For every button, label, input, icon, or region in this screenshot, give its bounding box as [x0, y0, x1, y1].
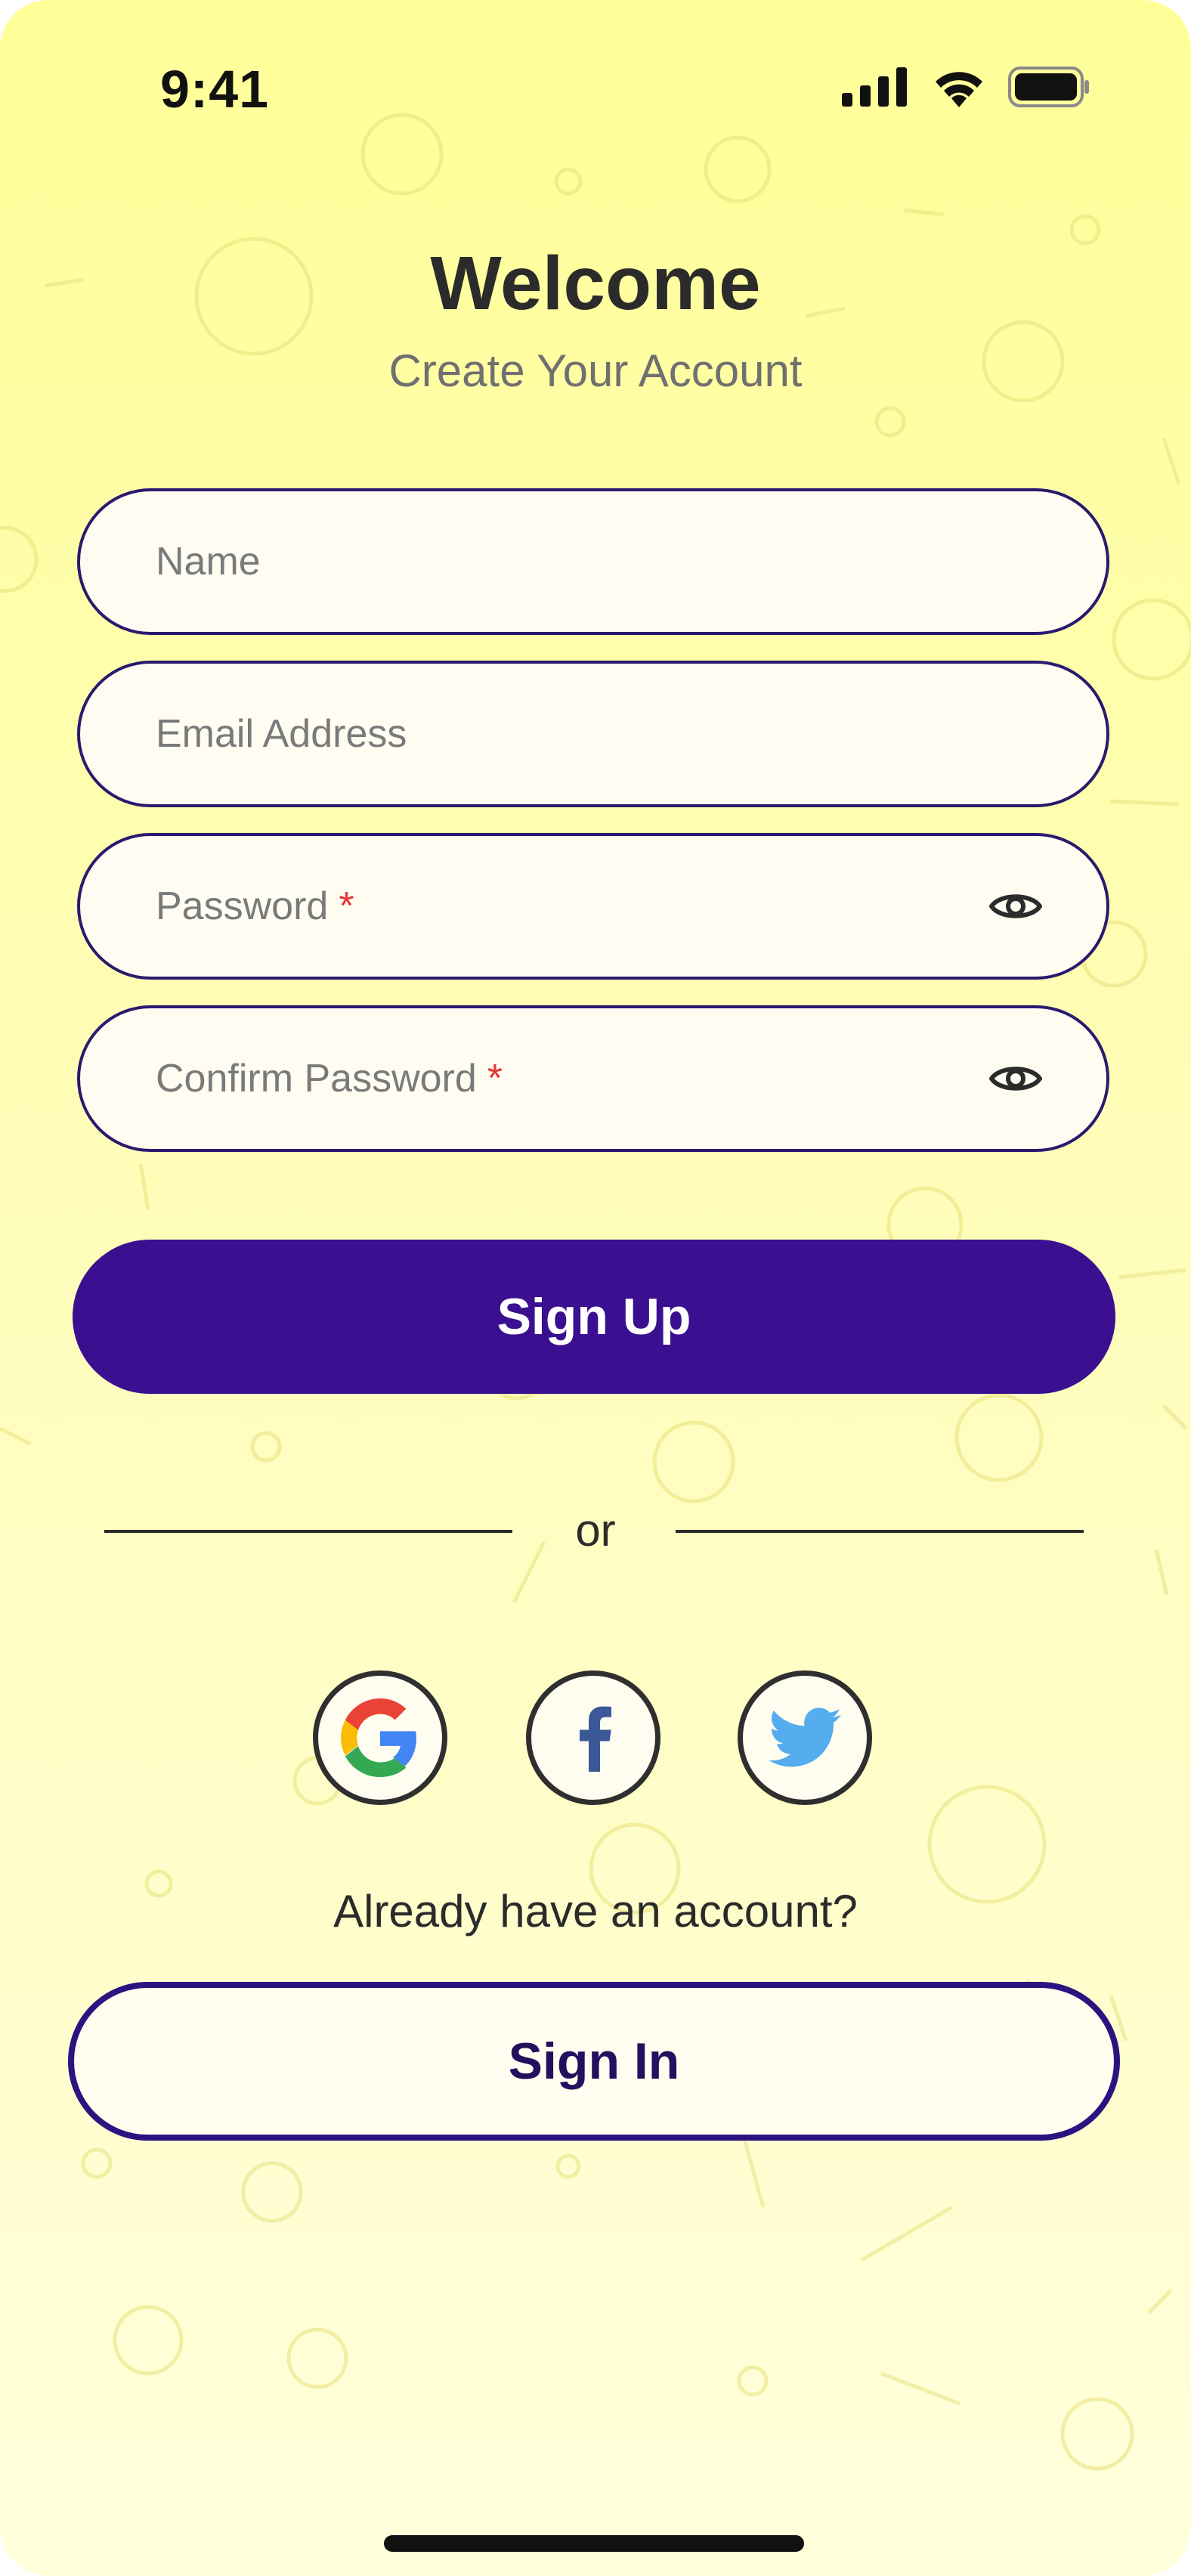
twitter-sign-in-button[interactable]	[738, 1670, 872, 1805]
facebook-icon	[580, 1706, 611, 1772]
password-field[interactable]: Password *	[77, 833, 1109, 980]
email-input[interactable]	[156, 664, 1046, 804]
required-marker: *	[339, 884, 354, 928]
show-confirm-password-eye-icon[interactable]	[985, 1048, 1046, 1109]
sign-up-screen: 9:41 Welcome Create Your Account Passwor…	[0, 0, 1191, 2576]
twitter-icon	[769, 1708, 841, 1767]
status-time: 9:41	[160, 60, 270, 119]
name-input[interactable]	[156, 491, 1046, 632]
google-sign-in-button[interactable]	[313, 1670, 447, 1805]
facebook-sign-in-button[interactable]	[526, 1670, 660, 1805]
email-field[interactable]	[77, 661, 1109, 807]
page-subtitle: Create Your Account	[388, 345, 803, 396]
name-field[interactable]	[77, 488, 1109, 635]
status-icons	[842, 67, 1090, 107]
already-have-account-text: Already have an account?	[333, 1886, 858, 1937]
google-icon	[341, 1698, 416, 1777]
wifi-icon	[936, 72, 982, 107]
home-indicator[interactable]	[384, 2535, 804, 2552]
show-password-eye-icon[interactable]	[985, 876, 1046, 937]
battery-icon	[1008, 67, 1089, 107]
confirm-password-placeholder[interactable]: Confirm Password *	[156, 1056, 985, 1101]
confirm-password-field[interactable]: Confirm Password *	[77, 1005, 1109, 1152]
signal-icon	[842, 67, 907, 107]
required-marker: *	[487, 1057, 503, 1101]
page-title: Welcome	[430, 241, 761, 326]
divider-line-right	[676, 1530, 1084, 1533]
sign-up-button[interactable]: Sign Up	[73, 1240, 1115, 1394]
password-placeholder[interactable]: Password *	[156, 884, 985, 929]
password-label: Password	[156, 884, 329, 928]
sign-in-button[interactable]: Sign In	[68, 1982, 1120, 2141]
confirm-password-label: Confirm Password	[156, 1057, 477, 1101]
